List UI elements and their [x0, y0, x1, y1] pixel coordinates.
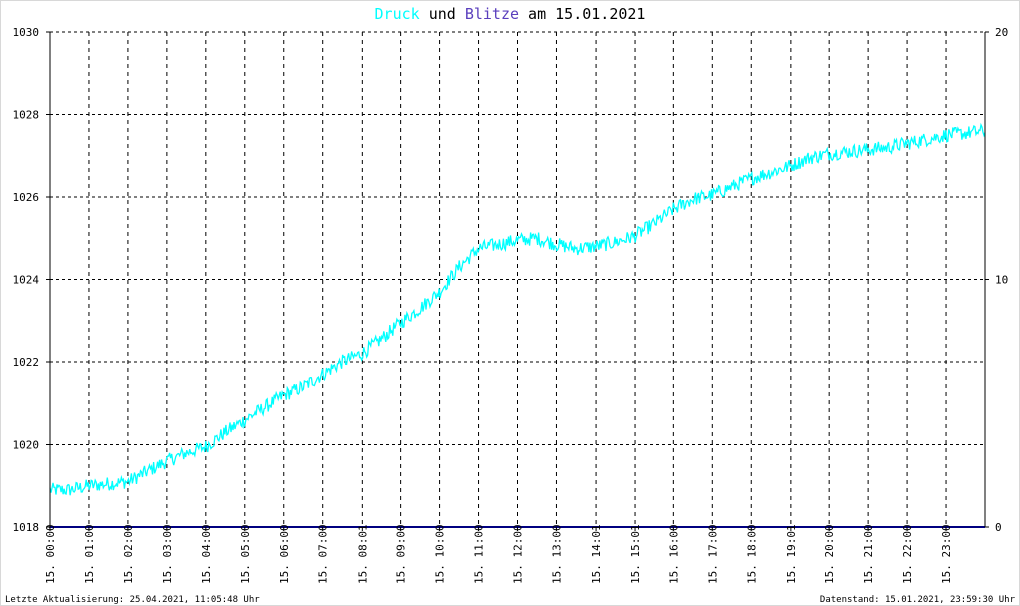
- x-tick-label: 15. 06:00: [278, 524, 291, 584]
- footer-last-update: Letzte Aktualisierung: 25.04.2021, 11:05…: [5, 595, 260, 605]
- y-left-tick-label: 1024: [13, 274, 40, 287]
- y-right-tick-label: 10: [995, 274, 1008, 287]
- title-date: am 15.01.2021: [519, 5, 645, 23]
- y-left-tick-label: 1028: [13, 109, 40, 122]
- footer-data-status: Datenstand: 15.01.2021, 23:59:30 Uhr: [820, 595, 1016, 605]
- y-left-tick-label: 1020: [13, 439, 40, 452]
- title-blitze: Blitze: [465, 5, 519, 23]
- x-tick-label: 15. 15:01: [629, 524, 642, 584]
- druck-series-line: [49, 122, 986, 496]
- x-tick-label: 15. 07:00: [317, 524, 330, 584]
- x-tick-label: 15. 12:00: [512, 524, 525, 584]
- y-right-tick-label: 0: [995, 521, 1002, 534]
- chart-svg: Druck und Blitze am 15.01.2021 101810201…: [5, 5, 1016, 605]
- x-tick-label: 15. 23:00: [940, 524, 953, 584]
- x-tick-label: 15. 00:00: [44, 524, 57, 584]
- y-left-tick-label: 1030: [13, 26, 40, 39]
- x-tick-label: 15. 20:00: [823, 524, 836, 584]
- chart-frame: Druck und Blitze am 15.01.2021 1018 1020 1…: [0, 0, 1020, 606]
- x-tick-label: 15. 04:00: [200, 524, 213, 584]
- y-left-tick-label: 1022: [13, 356, 40, 369]
- x-tick-label: 15. 16:00: [667, 524, 680, 584]
- y-right-tick-label: 20: [995, 26, 1008, 39]
- x-tick-label: 15. 11:00: [473, 524, 486, 584]
- x-tick-label: 15. 17:00: [706, 524, 719, 584]
- chart-title: Druck und Blitze am 15.01.2021: [375, 5, 646, 23]
- x-tick-label: 15. 21:00: [862, 524, 875, 584]
- title-und: und: [420, 5, 465, 23]
- axis-layer: 10181020102210241026102810300102015. 00:…: [13, 26, 1009, 584]
- x-tick-label: 15. 05:00: [239, 524, 252, 584]
- y-left-tick-label: 1026: [13, 191, 40, 204]
- title-druck: Druck: [375, 5, 420, 23]
- x-tick-label: 15. 02:00: [122, 524, 135, 584]
- x-tick-label: 15. 08:01: [356, 524, 369, 584]
- x-tick-label: 15. 13:00: [550, 524, 563, 584]
- x-tick-label: 15. 19:01: [785, 524, 798, 584]
- x-tick-label: 15. 03:00: [161, 524, 174, 584]
- x-tick-label: 15. 14:01: [590, 524, 603, 584]
- x-tick-label: 15. 01:00: [83, 524, 96, 584]
- y-left-tick-label: 1018: [13, 521, 40, 534]
- x-tick-label: 15. 10:00: [434, 524, 447, 584]
- x-tick-label: 15. 18:00: [745, 524, 758, 584]
- x-tick-label: 15. 09:00: [395, 524, 408, 584]
- x-tick-label: 15. 22:00: [901, 524, 914, 584]
